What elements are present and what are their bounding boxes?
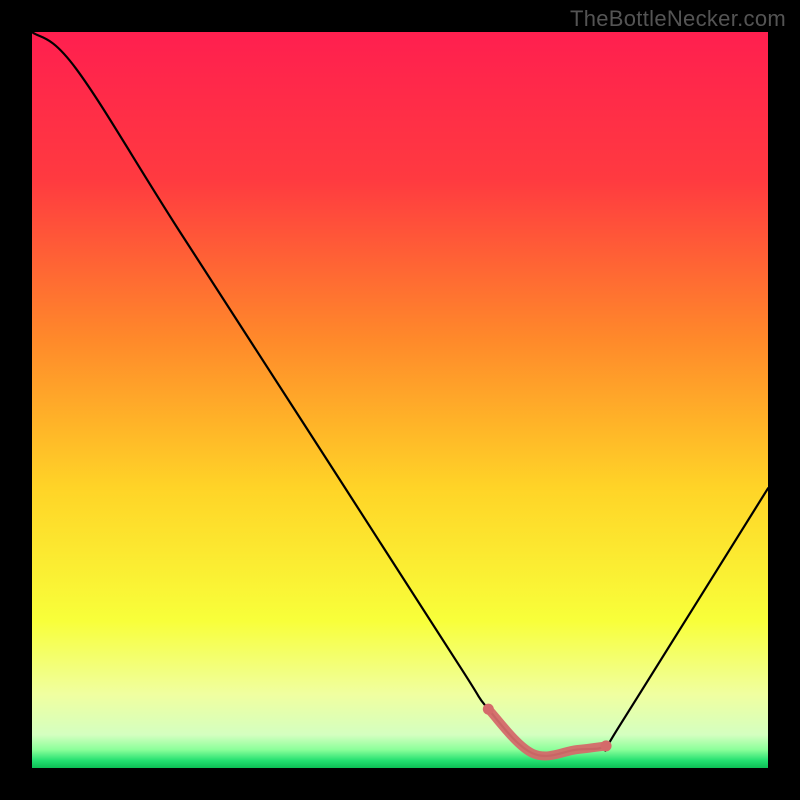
highlight-start-dot [483, 704, 494, 715]
watermark-text: TheBottleNecker.com [570, 6, 786, 32]
highlight-end-dot [601, 740, 612, 751]
chart-background [32, 32, 768, 768]
chart-plot-area [32, 32, 768, 768]
chart-frame: TheBottleNecker.com [0, 0, 800, 800]
chart-svg [32, 32, 768, 768]
